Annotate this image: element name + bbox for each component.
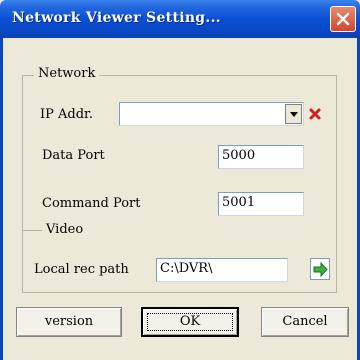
window-title: Network Viewer Setting... [12,10,221,26]
ip-addr-combobox[interactable] [119,102,304,126]
ip-addr-dropdown-button[interactable] [285,104,302,124]
local-rec-path-label: Local rec path [34,262,129,277]
command-port-label: Command Port [42,196,141,211]
data-port-label: Data Port [42,148,105,163]
cancel-label: Cancel [282,314,328,329]
video-legend: Video [42,222,88,237]
title-bar[interactable]: Network Viewer Setting... [0,0,360,38]
local-rec-path-input[interactable]: C:\DVR\ [156,258,288,282]
close-icon [336,12,350,26]
green-arrow-icon [313,262,328,277]
network-legend: Network [34,66,100,81]
video-separator [22,230,42,231]
ok-button[interactable]: OK [141,307,239,337]
ip-addr-label: IP Addr. [40,107,93,122]
window-border-left [0,38,3,360]
delete-x-icon[interactable] [309,108,321,120]
cancel-button[interactable]: Cancel [261,307,349,337]
close-button[interactable] [330,6,356,32]
version-button[interactable]: version [16,307,122,337]
data-port-input[interactable]: 5000 [218,145,304,169]
ok-focus-rect [147,313,233,331]
browse-button[interactable] [310,258,330,280]
chevron-down-icon [290,112,298,117]
command-port-input[interactable]: 5001 [218,192,304,216]
